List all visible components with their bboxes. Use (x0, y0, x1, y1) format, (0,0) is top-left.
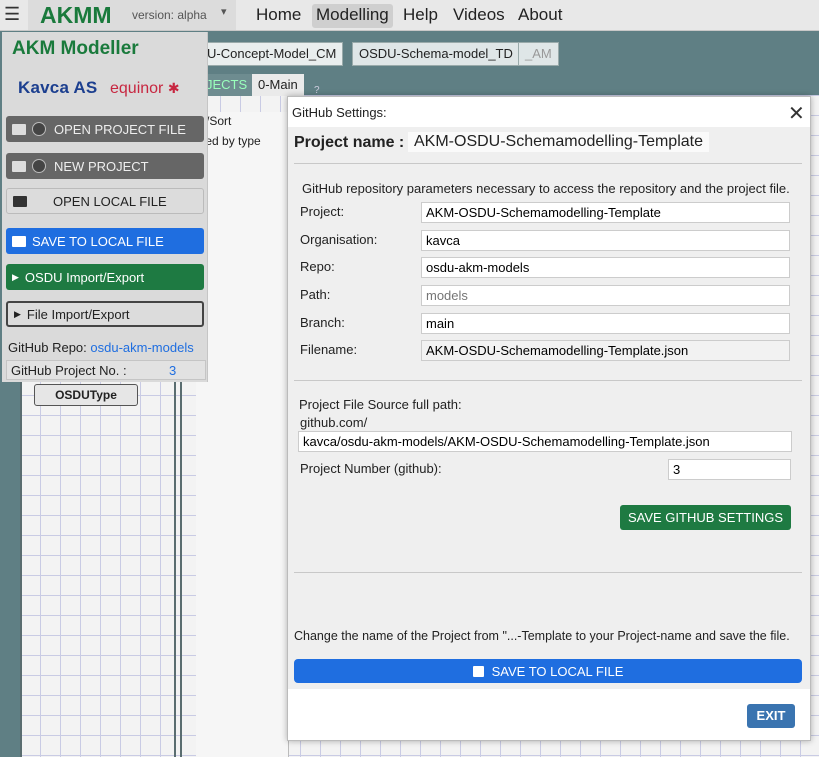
github-icon (32, 122, 46, 136)
app-title: AKMM (40, 2, 112, 28)
file-import-export-toggle[interactable]: ▶ File Import/Export (6, 301, 204, 327)
path-input[interactable] (421, 285, 790, 306)
repo-field-label: Repo: (300, 259, 335, 274)
project-input[interactable] (421, 202, 790, 223)
equinor-logo-text: equinor (110, 80, 164, 97)
caret-right-icon: ▶ (14, 308, 21, 319)
organisation-input[interactable] (421, 230, 790, 251)
save-to-local-file-button[interactable]: SAVE TO LOCAL FILE (294, 659, 802, 683)
project-field-label: Project: (300, 204, 345, 219)
dialog-footer (288, 689, 810, 740)
source-path-input[interactable] (298, 431, 792, 452)
equinor-star-icon: ✱ (167, 80, 180, 96)
project-name-value: AKM-OSDU-Schemamodelling-Template (408, 132, 709, 152)
save-github-settings-button[interactable]: SAVE GITHUB SETTINGS (620, 505, 791, 530)
open-local-file-label: OPEN LOCAL FILE (53, 193, 167, 209)
equinor-logo: equinor ✱ (110, 80, 180, 98)
caret-right-icon: ▶ (12, 271, 19, 282)
github-repo-value: osdu-akm-models (90, 340, 194, 355)
close-icon[interactable]: ✕ (788, 101, 805, 126)
nav-home[interactable]: Home (252, 4, 305, 28)
tab-am-model[interactable]: _AM (518, 42, 559, 66)
save-to-local-file-button[interactable]: SAVE TO LOCAL FILE (6, 228, 204, 254)
canvas-divider (180, 380, 182, 757)
folder-icon (12, 123, 26, 135)
sidebar-title: AKM Modeller (12, 38, 139, 59)
project-number-input[interactable] (668, 459, 791, 480)
top-bar: ☰ AKMM version: alpha ▾ Home Modelling H… (0, 0, 819, 31)
open-local-file-button[interactable]: OPEN LOCAL FILE (6, 188, 204, 214)
github-repo-info: GitHub Repo: osdu-akm-models (8, 340, 194, 355)
osdutype-node[interactable]: OSDUType (34, 384, 138, 406)
tab-concept-model[interactable]: U-Concept-Model_CM (200, 42, 344, 66)
save-to-local-file-label: SAVE TO LOCAL FILE (491, 663, 624, 679)
new-project-label: NEW PROJECT (54, 158, 149, 174)
repo-input[interactable] (421, 257, 790, 278)
github-params-intro: GitHub repository parameters necessary t… (302, 181, 790, 196)
save-icon (472, 665, 484, 677)
osdu-import-export-label: OSDU Import/Export (24, 269, 145, 285)
branch-input[interactable] (421, 313, 790, 334)
brand-area: AKMM version: alpha ▾ (28, 0, 236, 30)
path-field-label: Path: (300, 287, 331, 302)
exit-button[interactable]: EXIT (747, 704, 795, 728)
organisation-field-label: Organisation: (300, 232, 378, 247)
project-name-label: Project name : (294, 134, 405, 151)
nav-about[interactable]: About (514, 4, 566, 28)
dialog-title: GitHub Settings: (292, 105, 387, 120)
folder-icon (13, 195, 27, 207)
filter-column: r/Sort ted by type (196, 112, 289, 757)
nav-videos[interactable]: Videos (449, 4, 509, 28)
filename-input[interactable] (421, 340, 790, 361)
open-project-file-label: OPEN PROJECT FILE (54, 121, 186, 137)
rename-instruction: Change the name of the Project from "...… (294, 629, 790, 643)
chevron-down-icon[interactable]: ▾ (221, 5, 227, 18)
save-icon (12, 235, 26, 247)
hamburger-icon[interactable]: ☰ (4, 4, 20, 25)
open-project-file-button[interactable]: OPEN PROJECT FILE (6, 116, 204, 142)
github-repo-label: GitHub Repo: (8, 340, 87, 355)
version-select[interactable]: version: alpha (132, 8, 207, 22)
source-path-prefix: github.com/ (300, 415, 368, 430)
divider (294, 163, 802, 164)
divider (294, 380, 802, 381)
project-number-label: Project Number (github): (300, 461, 442, 476)
branch-field-label: Branch: (300, 315, 345, 330)
nav-modelling[interactable]: Modelling (312, 4, 393, 28)
dialog-header: GitHub Settings: ✕ (288, 97, 810, 127)
folder-icon (12, 160, 26, 172)
source-path-label: Project File Source full path: (299, 397, 462, 412)
github-project-label: GitHub Project No. : (11, 363, 127, 378)
tab-0-main[interactable]: 0-Main (252, 74, 304, 96)
sidebar: AKM Modeller Kavca AS equinor ✱ OPEN PRO… (2, 32, 208, 382)
github-project-value: 3 (169, 363, 177, 378)
canvas-divider (174, 380, 176, 757)
kavca-logo: Kavca AS (18, 78, 98, 97)
sorted-by-type-label[interactable]: ted by type (202, 134, 261, 148)
file-import-export-label: File Import/Export (26, 306, 130, 322)
filename-field-label: Filename: (300, 342, 358, 357)
github-settings-dialog: GitHub Settings: ✕ Project name : AKM-OS… (287, 96, 811, 741)
divider (294, 572, 802, 573)
new-project-button[interactable]: NEW PROJECT (6, 153, 204, 179)
tab-schema-model[interactable]: OSDU-Schema-model_TD (352, 42, 520, 66)
save-to-local-file-label: SAVE TO LOCAL FILE (32, 233, 164, 249)
nav-help[interactable]: Help (399, 4, 442, 28)
github-icon (32, 159, 46, 173)
github-project-info: GitHub Project No. : 3 (6, 360, 206, 380)
osdu-import-export-toggle[interactable]: ▶ OSDU Import/Export (6, 264, 204, 290)
